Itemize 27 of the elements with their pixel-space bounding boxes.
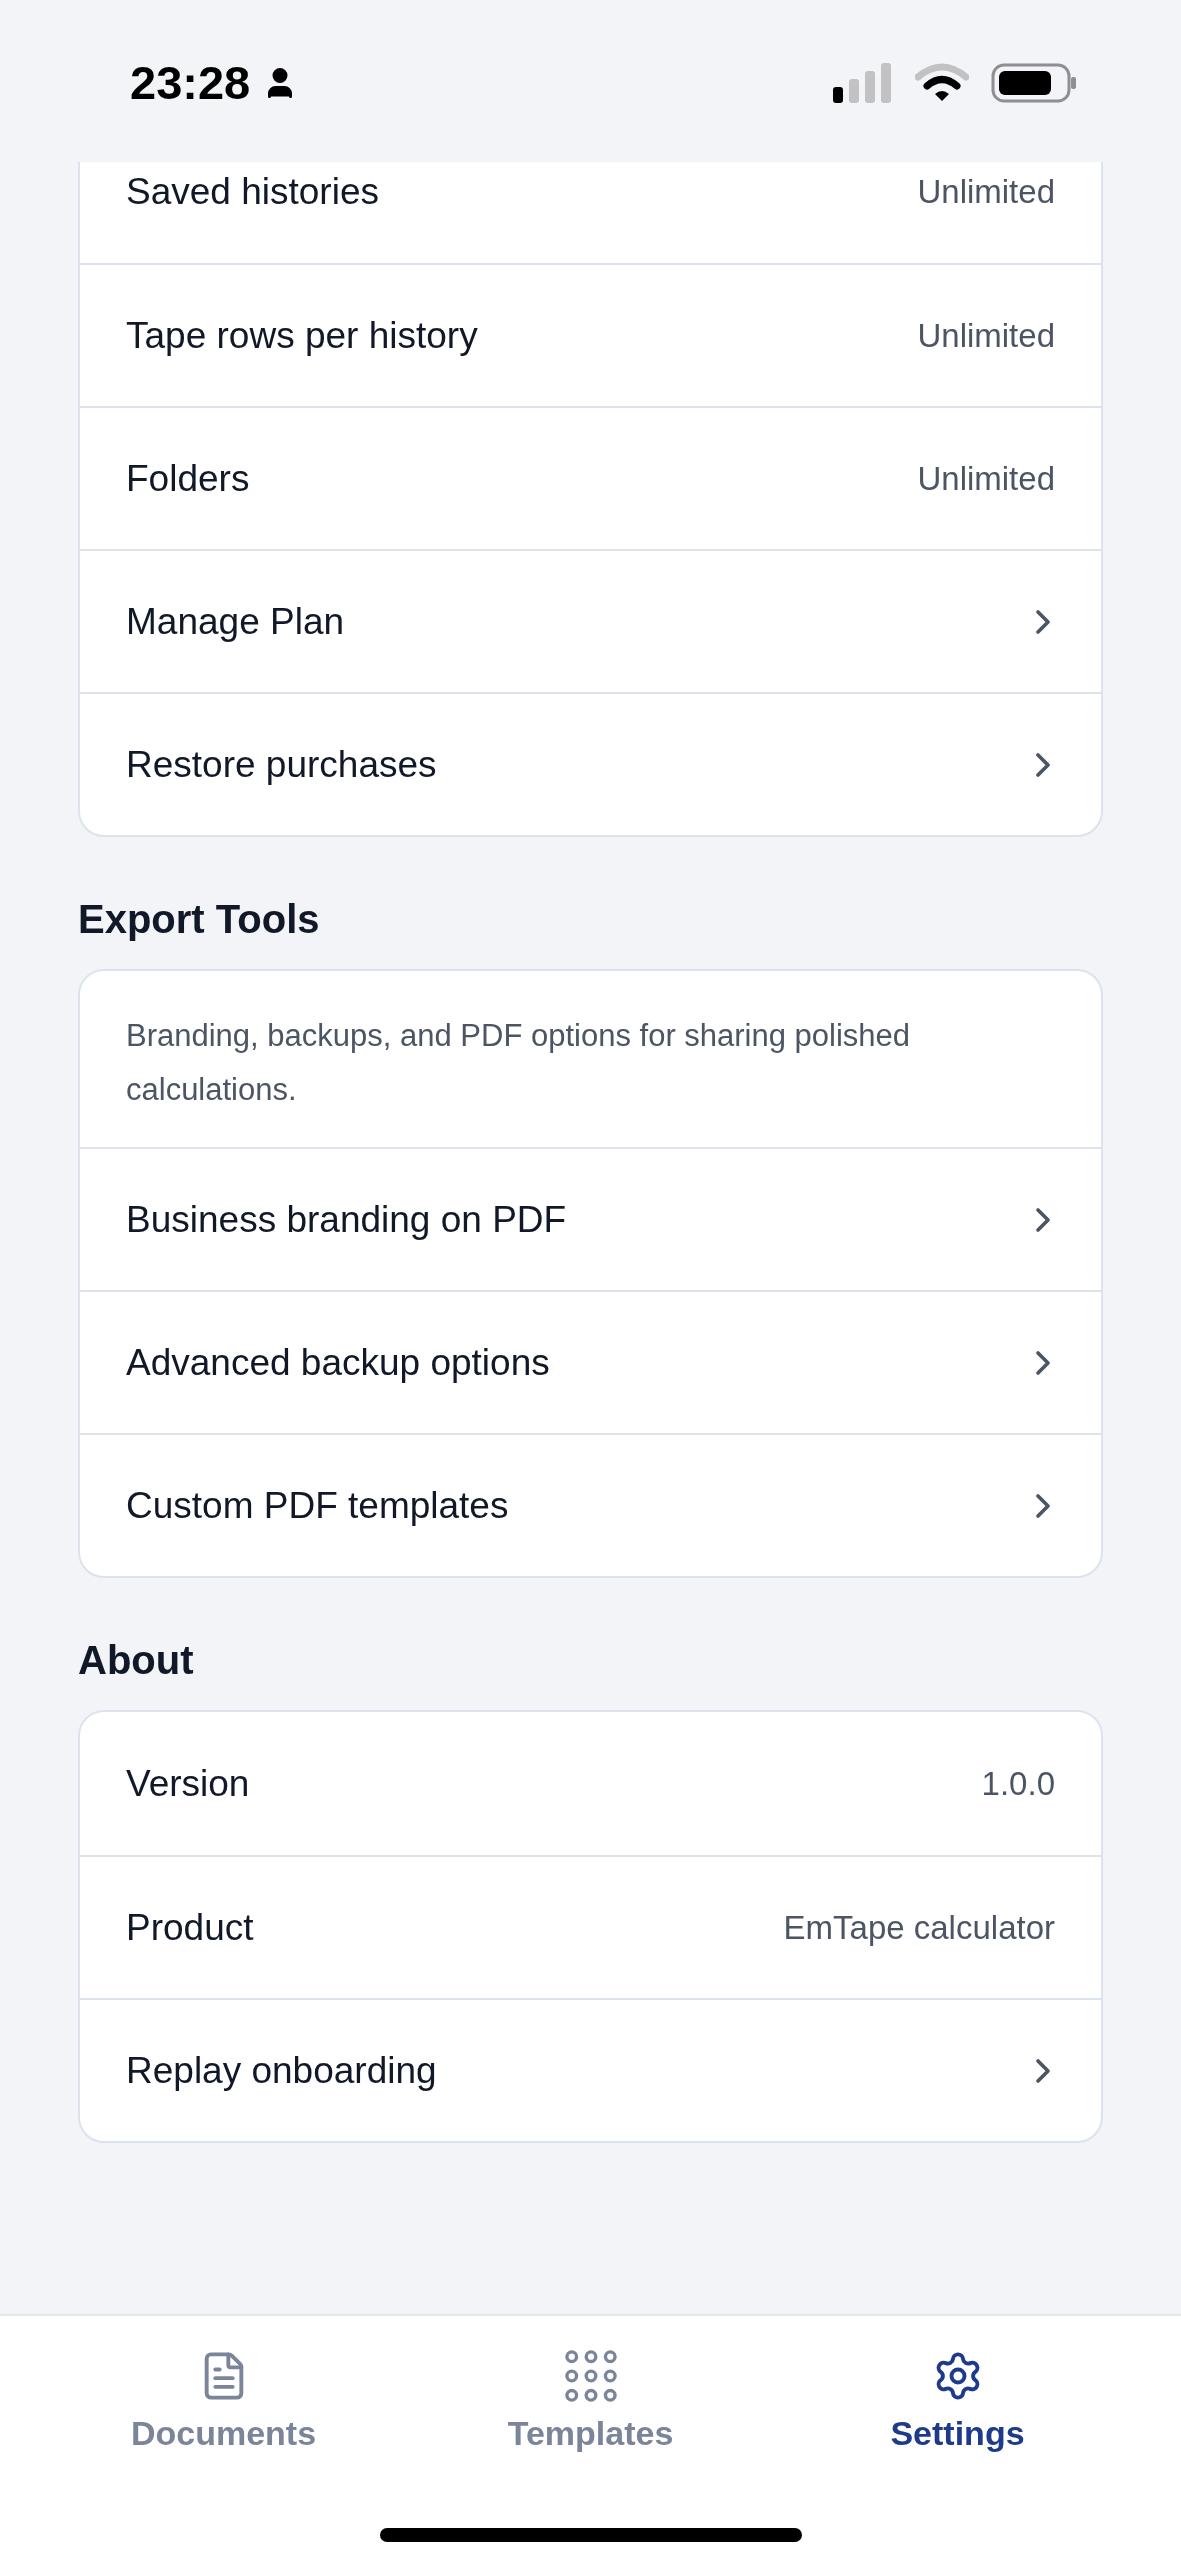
row-value: Unlimited — [917, 315, 1055, 356]
row-label: Version — [126, 1761, 250, 1806]
row-value: EmTape calculator — [783, 1907, 1055, 1948]
section-title: Export Tools — [78, 896, 321, 943]
grid-icon — [564, 2350, 617, 2402]
status-time: 23:28 — [130, 54, 251, 111]
wifi-icon — [915, 63, 969, 103]
row-label[interactable]: Business branding on PDF — [126, 1191, 567, 1248]
signal-icon — [833, 63, 893, 103]
battery-icon — [991, 63, 1077, 103]
tab-bar-item[interactable]: Templates — [440, 2350, 741, 2459]
row-label: Product — [126, 1905, 254, 1950]
row-label[interactable]: Restore purchases — [126, 736, 437, 793]
section-description: Branding, backups, and PDF options for sharing polished calculations. — [125, 1017, 912, 1109]
row-label: Folders — [126, 456, 250, 501]
row-value: 1.0.0 — [981, 1763, 1055, 1804]
row-label: Tape rows per history — [126, 313, 478, 358]
tab-bar-item[interactable]: Documents — [73, 2350, 374, 2459]
row-label[interactable]: Custom PDF templates — [126, 1477, 509, 1534]
row-label[interactable]: Manage Plan — [126, 593, 345, 650]
row-value: Unlimited — [917, 171, 1055, 212]
row-label: Saved histories — [126, 169, 379, 214]
row-value: Unlimited — [917, 458, 1055, 499]
row-label[interactable]: Replay onboarding — [126, 2042, 437, 2099]
tab-bar-item[interactable]: Settings — [807, 2350, 1108, 2459]
section-title: About — [78, 1637, 195, 1684]
row-label[interactable]: Advanced backup options — [126, 1334, 550, 1391]
